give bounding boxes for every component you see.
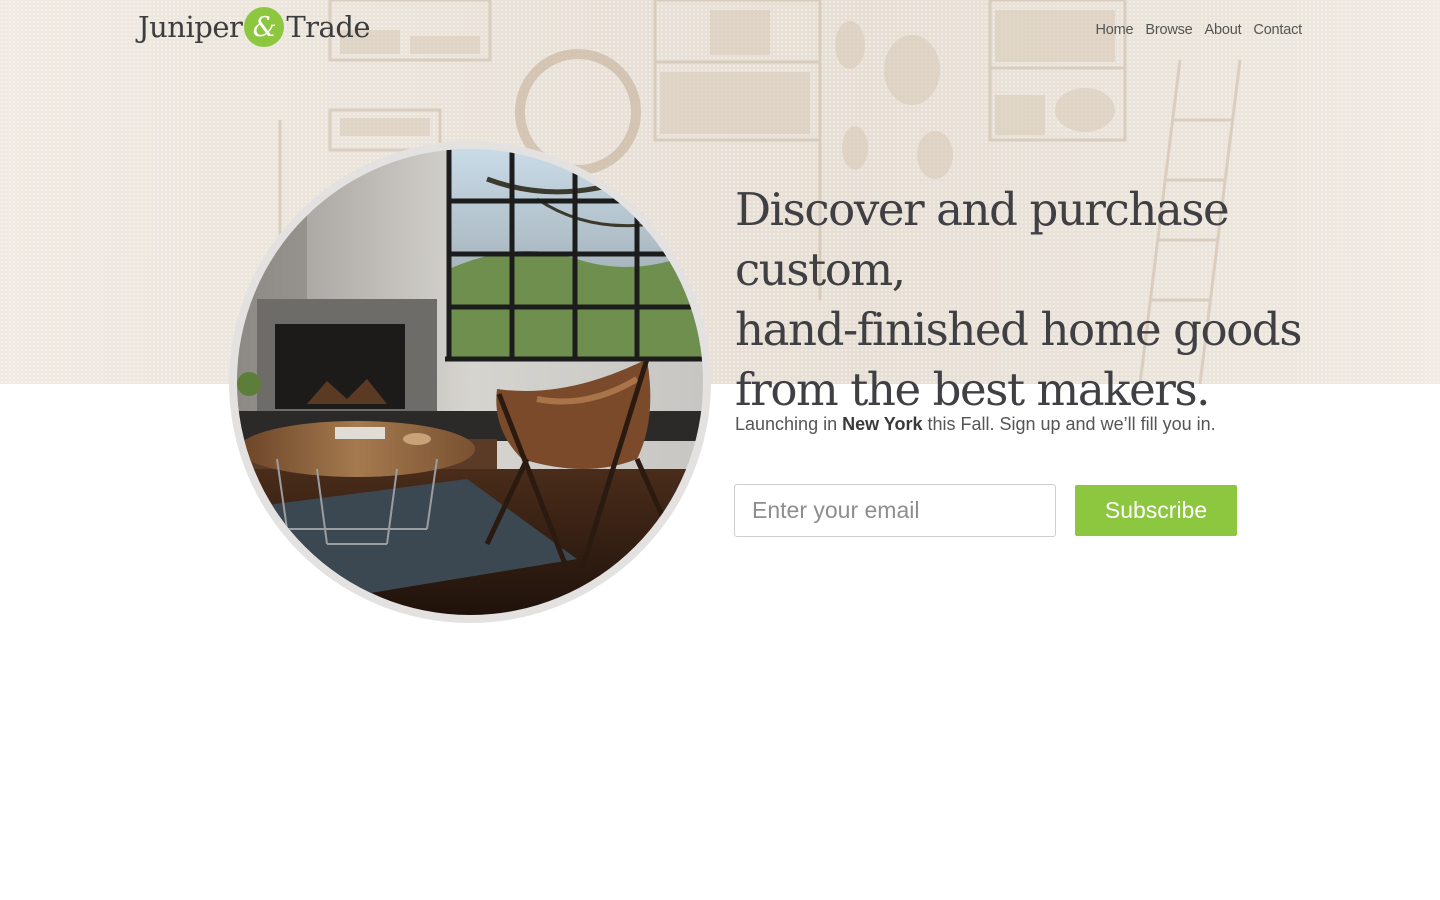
hero-headline: Discover and purchase custom, hand-finis… bbox=[735, 180, 1335, 420]
tagline-suffix: this Fall. Sign up and we’ll fill you in… bbox=[922, 414, 1216, 434]
logo-text-juniper: Juniper bbox=[138, 10, 243, 44]
tagline-city: New York bbox=[842, 414, 923, 434]
nav-link-contact[interactable]: Contact bbox=[1253, 22, 1302, 38]
main-nav: Home Browse About Contact bbox=[1095, 22, 1302, 38]
nav-link-browse[interactable]: Browse bbox=[1145, 22, 1192, 38]
logo-ampersand-badge: & bbox=[244, 7, 285, 47]
logo-text-trade: Trade bbox=[286, 10, 371, 44]
launch-tagline: Launching in New York this Fall. Sign up… bbox=[735, 414, 1216, 435]
nav-link-home[interactable]: Home bbox=[1095, 22, 1133, 38]
hero-headline-line-1: Discover and purchase custom, bbox=[735, 183, 1230, 296]
hero-headline-line-2: hand-finished home goods bbox=[735, 303, 1302, 356]
email-input[interactable] bbox=[734, 484, 1056, 537]
tagline-prefix: Launching in bbox=[735, 414, 843, 434]
hero-headline-line-3: from the best makers. bbox=[735, 363, 1210, 416]
hero-photo-frame bbox=[229, 141, 711, 623]
logo[interactable]: Juniper & Trade bbox=[138, 6, 371, 48]
nav-link-about[interactable]: About bbox=[1205, 22, 1242, 38]
subscribe-button[interactable]: Subscribe bbox=[1075, 485, 1237, 536]
hero-photo-living-room bbox=[237, 149, 703, 615]
